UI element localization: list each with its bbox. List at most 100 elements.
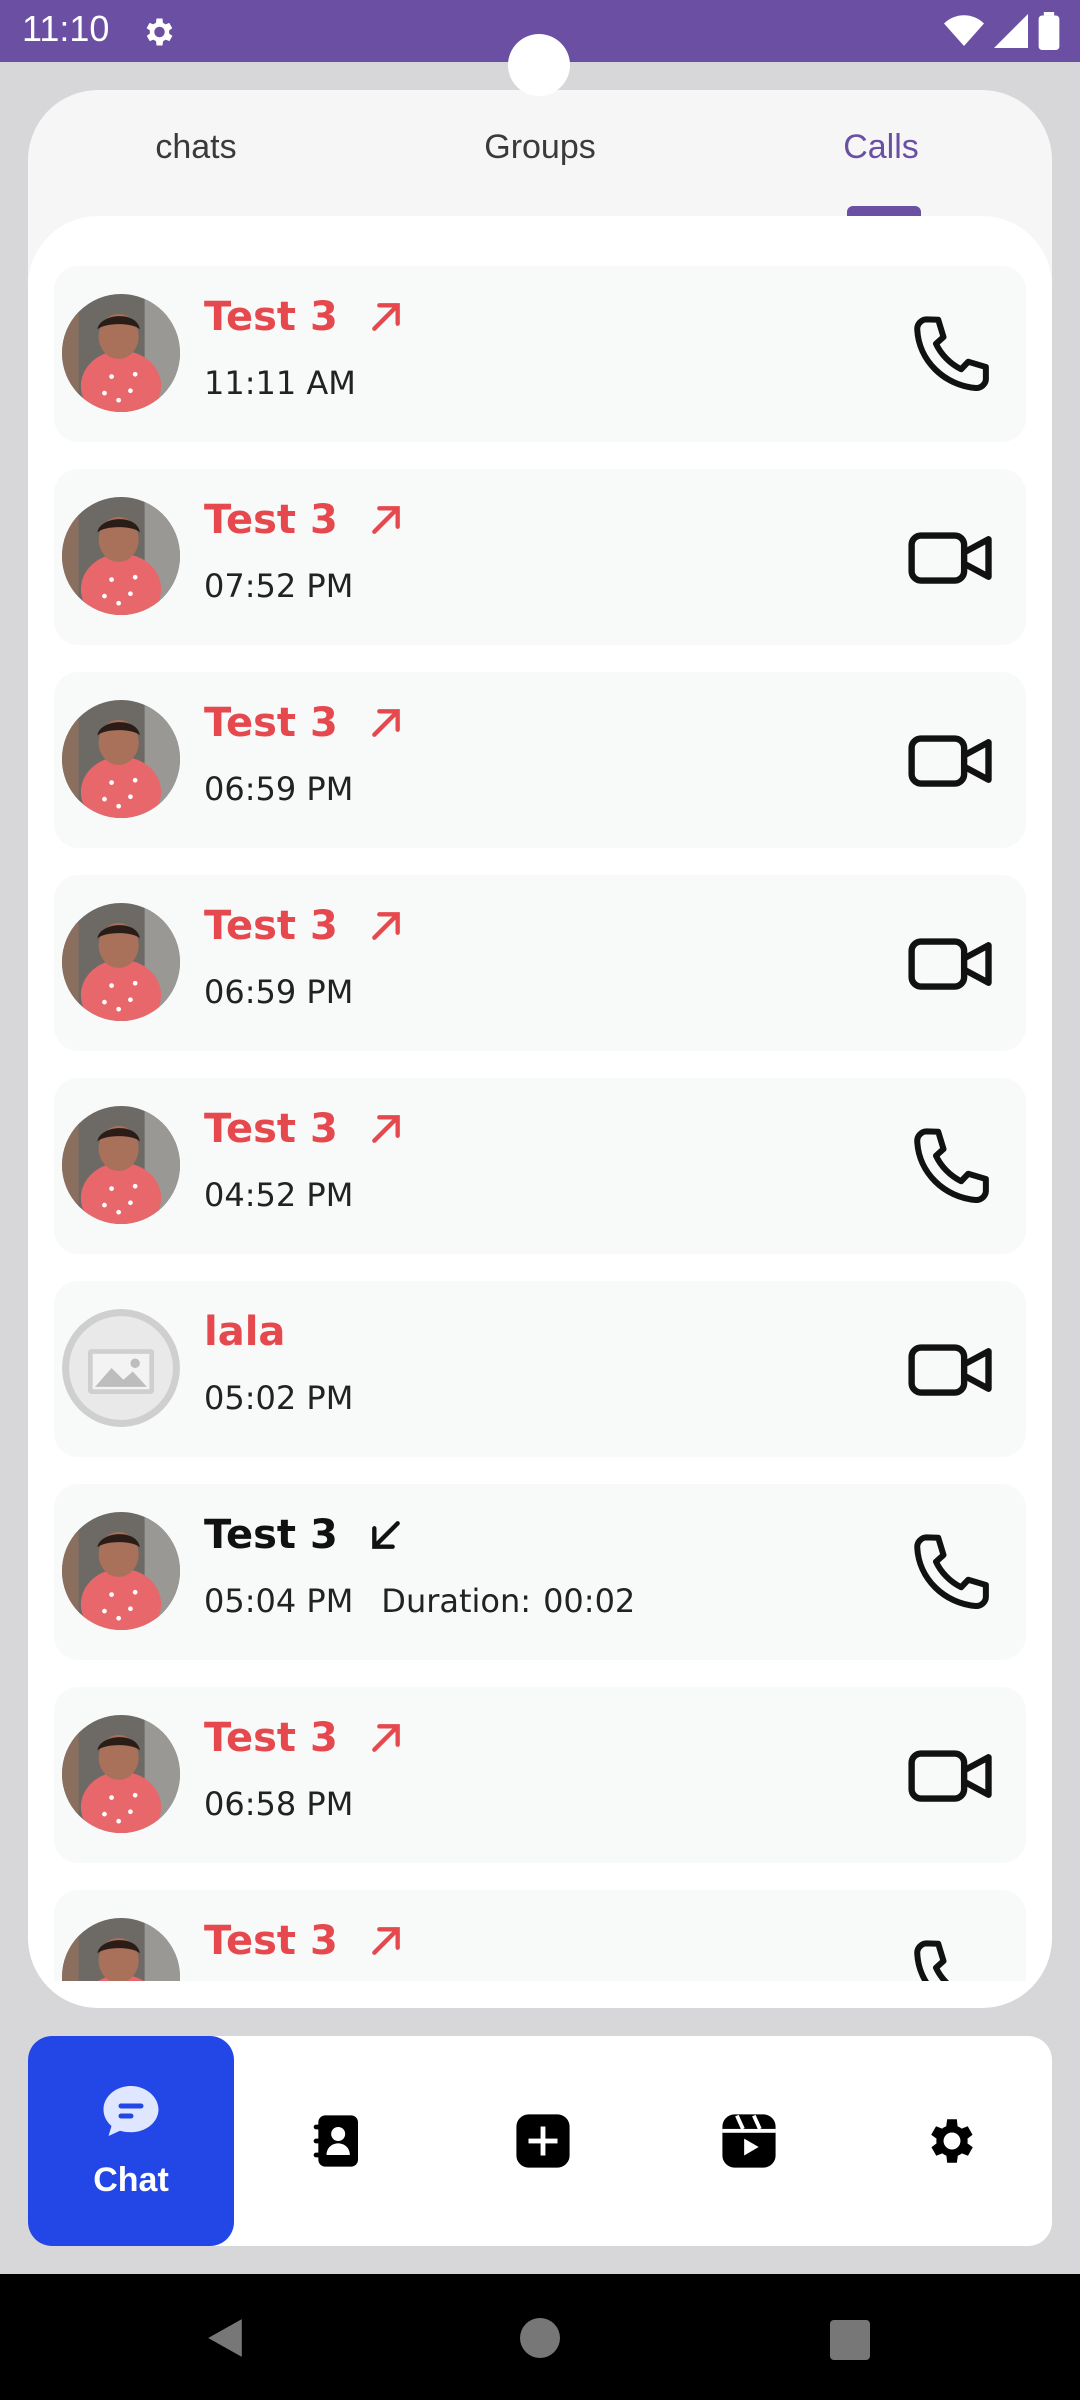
avatar[interactable] <box>62 294 180 412</box>
tab-chats[interactable]: chats <box>155 128 236 167</box>
avatar[interactable] <box>62 1715 180 1833</box>
tab-bar: chats Groups Calls <box>28 90 1052 218</box>
contact-name: lala <box>204 1309 286 1355</box>
add-square-icon <box>516 2114 570 2168</box>
call-row[interactable]: Test 3 04:52 PM <box>54 1078 1026 1254</box>
home-icon[interactable] <box>520 2318 560 2358</box>
outgoing-call-arrow-icon <box>371 709 400 737</box>
call-time: 04:52 PM <box>204 1176 354 1214</box>
call-time: 05:02 PM <box>204 1379 354 1417</box>
outgoing-call-arrow-icon <box>371 1115 400 1143</box>
reels-icon <box>722 2114 776 2168</box>
call-name-line: Test 3 <box>204 1918 406 1964</box>
status-time: 11:10 <box>22 8 110 49</box>
call-meta: 07:52 PM <box>204 567 353 605</box>
back-icon[interactable] <box>204 2316 246 2360</box>
chat-bubble-icon <box>103 2085 159 2136</box>
call-meta: 06:59 PM <box>204 770 353 808</box>
duration-label: Duration: <box>381 1582 532 1620</box>
recents-icon[interactable] <box>830 2320 870 2360</box>
settings-gear-icon <box>931 2119 973 2163</box>
voice-call-icon[interactable] <box>906 1528 996 1618</box>
call-row[interactable]: Test 3 05:04 PM Duration: 00:02 <box>54 1484 1026 1660</box>
call-meta: 06:58 PM <box>204 1785 353 1823</box>
camera-cutout <box>508 34 570 96</box>
tab-calls[interactable]: Calls <box>843 128 919 167</box>
contact-name: Test 3 <box>204 294 338 340</box>
video-call-icon[interactable] <box>906 919 996 1009</box>
contact-name: Test 3 <box>204 497 338 543</box>
nav-settings[interactable] <box>852 2036 1052 2246</box>
call-duration: Duration: 00:02 <box>381 1582 635 1620</box>
call-time: 11:11 AM <box>204 364 356 402</box>
video-call-icon[interactable] <box>906 716 996 806</box>
contact-name: Test 3 <box>204 903 338 949</box>
call-time: 06:59 PM <box>204 770 354 808</box>
outgoing-call-arrow-icon <box>371 1724 400 1752</box>
main-card: chats Groups Calls Test 3 11:11 AM Test 3 0… <box>28 90 1052 2008</box>
call-name-line: lala <box>204 1309 285 1355</box>
call-name-line: Test 3 <box>204 1512 406 1558</box>
cell-signal-icon <box>994 14 1028 48</box>
contact-name: Test 3 <box>204 1106 338 1152</box>
duration-value: 00:02 <box>543 1582 636 1620</box>
call-name-line: Test 3 <box>204 700 406 746</box>
nav-add[interactable] <box>440 2036 646 2246</box>
tab-groups[interactable]: Groups <box>484 128 596 167</box>
avatar[interactable] <box>62 497 180 615</box>
calls-panel: Test 3 11:11 AM Test 3 07:52 PM Test 3 06:59 … <box>28 216 1052 2008</box>
call-name-line: Test 3 <box>204 497 406 543</box>
bottom-nav: Chat <box>28 2036 1052 2246</box>
video-call-icon[interactable] <box>906 1731 996 1821</box>
outgoing-call-arrow-icon <box>371 506 400 534</box>
avatar[interactable] <box>62 1106 180 1224</box>
contacts-book-icon <box>313 2115 358 2167</box>
avatar[interactable] <box>62 700 180 818</box>
video-call-icon[interactable] <box>906 1325 996 1415</box>
call-time: 06:58 PM <box>204 1785 354 1823</box>
call-name-line: Test 3 <box>204 1106 406 1152</box>
outgoing-call-arrow-icon <box>371 1927 400 1955</box>
call-name-line: Test 3 <box>204 903 406 949</box>
call-row[interactable]: lala 05:02 PM <box>54 1281 1026 1457</box>
contact-name: Test 3 <box>204 700 338 746</box>
battery-icon <box>1038 12 1060 50</box>
outgoing-call-arrow-icon <box>371 303 400 331</box>
video-call-icon[interactable] <box>906 513 996 603</box>
call-meta: 11:11 AM <box>204 364 356 402</box>
call-list[interactable]: Test 3 11:11 AM Test 3 07:52 PM Test 3 06:59 … <box>28 216 1052 1981</box>
status-settings-icon <box>146 18 173 46</box>
call-row[interactable]: Test 3 06:59 PM <box>54 672 1026 848</box>
voice-call-icon[interactable] <box>906 1934 996 1981</box>
avatar[interactable] <box>62 1309 180 1427</box>
call-meta: 05:04 PM Duration: 00:02 <box>204 1582 635 1620</box>
contact-name: Test 3 <box>204 1512 338 1558</box>
wifi-icon <box>944 15 984 46</box>
call-row[interactable]: Test 3 06:59 PM <box>54 875 1026 1051</box>
call-time: 07:52 PM <box>204 567 354 605</box>
call-meta: 06:59 PM <box>204 973 353 1011</box>
voice-call-icon[interactable] <box>906 310 996 400</box>
call-time: 06:59 PM <box>204 973 354 1011</box>
voice-call-icon[interactable] <box>906 1122 996 1212</box>
call-row[interactable]: Test 3 06:58 PM <box>54 1687 1026 1863</box>
call-row[interactable]: Test 3 11:11 AM <box>54 266 1026 442</box>
call-row[interactable]: Test 3 <box>54 1890 1026 1981</box>
call-row[interactable]: Test 3 07:52 PM <box>54 469 1026 645</box>
system-nav-bar <box>0 2274 1080 2400</box>
call-time: 05:04 PM <box>204 1582 354 1620</box>
avatar[interactable] <box>62 903 180 1021</box>
status-indicators <box>944 12 1060 50</box>
incoming-call-arrow-icon <box>371 1521 400 1549</box>
call-name-line: Test 3 <box>204 1715 406 1761</box>
avatar[interactable] <box>62 1918 180 1981</box>
contact-name: Test 3 <box>204 1715 338 1761</box>
contact-name: Test 3 <box>204 1918 338 1964</box>
nav-reels[interactable] <box>646 2036 852 2246</box>
nav-chat[interactable]: Chat <box>28 2036 234 2246</box>
call-meta: 04:52 PM <box>204 1176 353 1214</box>
nav-chat-label: Chat <box>93 2160 169 2199</box>
outgoing-call-arrow-icon <box>371 912 400 940</box>
avatar[interactable] <box>62 1512 180 1630</box>
nav-contacts[interactable] <box>234 2036 440 2246</box>
